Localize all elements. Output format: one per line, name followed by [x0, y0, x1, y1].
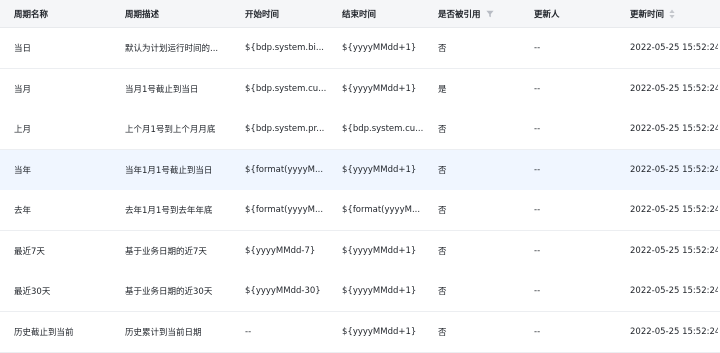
- updated-by-cell: --: [534, 245, 541, 256]
- updated-by-cell: --: [534, 286, 541, 296]
- is-referenced-cell: 是: [438, 84, 447, 95]
- header-is-referenced: 是否被引用: [438, 0, 526, 27]
- period-description-cell: 基于业务日期的近30天: [125, 287, 213, 297]
- start-time-cell: ${bdp.system.cu...: [245, 83, 327, 94]
- period-name-cell: 当月: [14, 84, 32, 95]
- table-row[interactable]: 历史截止到当前 历史累计到当前日期 -- ${yyyyMMdd+1} 否 -- 2022-0…: [0, 311, 720, 353]
- is-referenced-cell: 否: [438, 246, 447, 257]
- period-name-cell: 历史截止到当前: [14, 327, 74, 338]
- period-name-cell: 去年: [14, 206, 32, 216]
- update-time-cell: 2022-05-25 15:52:24: [630, 245, 718, 256]
- is-referenced-cell: 否: [438, 206, 447, 216]
- table-row[interactable]: 当日 默认为计划运行时间的... ${bdp.system.bi... ${yyyyM…: [0, 28, 720, 69]
- period-name-cell: 当日: [14, 44, 32, 54]
- header-end-time: 结束时间: [342, 9, 377, 20]
- table-row[interactable]: 去年 去年1月1号到去年年底 ${format(yyyyM... ${format(y…: [0, 190, 720, 231]
- update-time-cell: 2022-05-25 15:52:24: [630, 124, 718, 134]
- table-row[interactable]: 最近7天 基于业务日期的近7天 ${yyyyMMdd-7} ${yyyyMMdd+1}…: [0, 230, 720, 272]
- period-name-cell: 当年: [14, 165, 32, 176]
- table-header: 周期名称 周期描述 开始时间 结束时间 是否被引用 更新人 更新时间: [0, 0, 720, 28]
- update-time-cell: 2022-05-25 15:52:24: [630, 164, 718, 175]
- end-time-cell: ${yyyyMMdd+1}: [342, 43, 417, 53]
- start-time-cell: ${bdp.system.pr...: [245, 124, 325, 134]
- period-description-cell: 默认为计划运行时间的...: [125, 44, 219, 54]
- updated-by-cell: --: [534, 83, 541, 94]
- period-table: 周期名称 周期描述 开始时间 结束时间 是否被引用 更新人 更新时间 当日 默认为…: [0, 0, 720, 353]
- is-referenced-cell: 否: [438, 44, 447, 54]
- header-start-time: 开始时间: [245, 9, 280, 20]
- header-update-time: 更新时间: [630, 0, 718, 27]
- filter-icon[interactable]: [485, 10, 494, 18]
- updated-by-cell: --: [534, 205, 541, 215]
- updated-by-cell: --: [534, 164, 541, 175]
- period-description-cell: 当年1月1号截止到当日: [125, 165, 213, 176]
- update-time-cell: 2022-05-25 15:52:24: [630, 43, 718, 53]
- update-time-cell: 2022-05-25 15:52:24: [630, 83, 718, 94]
- end-time-cell: ${yyyyMMdd+1}: [342, 83, 417, 94]
- update-time-cell: 2022-05-25 15:52:24: [630, 326, 718, 337]
- start-time-cell: ${yyyyMMdd-30}: [245, 286, 321, 296]
- period-name-cell: 上月: [14, 125, 32, 135]
- sort-icon[interactable]: [669, 9, 675, 19]
- period-description-cell: 去年1月1号到去年年底: [125, 206, 213, 216]
- period-description-cell: 基于业务日期的近7天: [125, 246, 207, 257]
- end-time-cell: ${bdp.system.cu...: [342, 124, 424, 134]
- is-referenced-cell: 否: [438, 287, 447, 297]
- start-time-cell: ${format(yyyyM...: [245, 164, 324, 175]
- table-row[interactable]: 当年 当年1月1号截止到当日 ${format(yyyyM... ${yyyyMMdd…: [0, 149, 720, 191]
- update-time-cell: 2022-05-25 15:52:24: [630, 205, 718, 215]
- is-referenced-cell: 否: [438, 165, 447, 176]
- table-row[interactable]: 当月 当月1号截止到当日 ${bdp.system.cu... ${yyyyMMdd+…: [0, 68, 720, 110]
- end-time-cell: ${yyyyMMdd+1}: [342, 164, 417, 175]
- start-time-cell: ${format(yyyyM...: [245, 205, 324, 215]
- update-time-cell: 2022-05-25 15:52:24: [630, 286, 718, 296]
- period-name-cell: 最近30天: [14, 287, 51, 297]
- end-time-cell: ${yyyyMMdd+1}: [342, 286, 417, 296]
- updated-by-cell: --: [534, 43, 541, 53]
- table-row[interactable]: 上月 上个月1号到上个月月底 ${bdp.system.pr... ${bdp.sys…: [0, 109, 720, 150]
- period-description-cell: 当月1号截止到当日: [125, 84, 199, 95]
- start-time-cell: --: [245, 326, 252, 337]
- updated-by-cell: --: [534, 124, 541, 134]
- updated-by-cell: --: [534, 326, 541, 337]
- header-period-name: 周期名称: [14, 9, 49, 20]
- table-row[interactable]: 最近30天 基于业务日期的近30天 ${yyyyMMdd-30} ${yyyyMMdd…: [0, 271, 720, 312]
- period-description-cell: 历史累计到当前日期: [125, 327, 202, 338]
- start-time-cell: ${bdp.system.bi...: [245, 43, 324, 53]
- period-name-cell: 最近7天: [14, 246, 45, 257]
- period-description-cell: 上个月1号到上个月月底: [125, 125, 216, 135]
- start-time-cell: ${yyyyMMdd-7}: [245, 245, 316, 256]
- is-referenced-cell: 否: [438, 125, 447, 135]
- end-time-cell: ${yyyyMMdd+1}: [342, 326, 417, 337]
- is-referenced-cell: 否: [438, 327, 447, 338]
- end-time-cell: ${format(yyyyM...: [342, 205, 421, 215]
- end-time-cell: ${yyyyMMdd+1}: [342, 245, 417, 256]
- header-period-description: 周期描述: [125, 9, 160, 20]
- header-updated-by: 更新人: [534, 9, 560, 20]
